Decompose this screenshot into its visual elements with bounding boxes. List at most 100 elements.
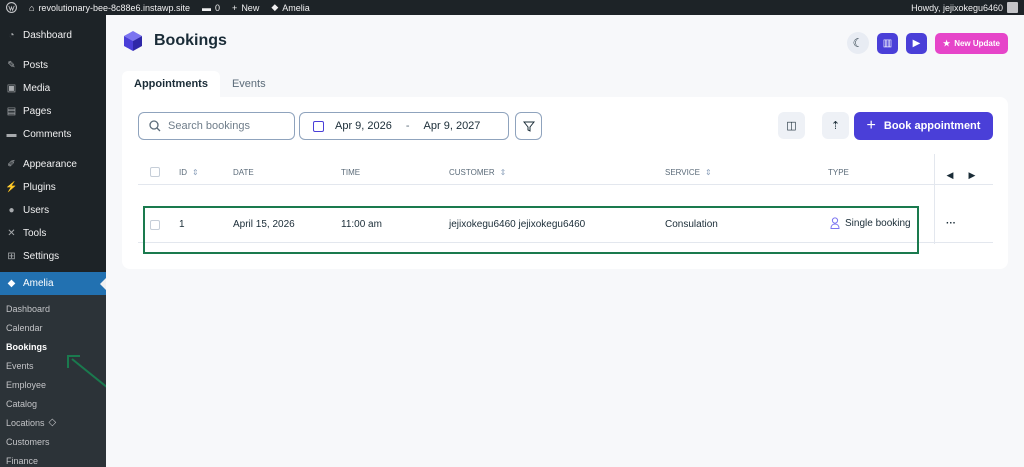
sidebar-item-tools[interactable]: ✕ Tools xyxy=(0,222,106,245)
sidebar-item-label: Comments xyxy=(23,129,72,140)
sort-icon: ⇕ xyxy=(499,168,507,177)
amelia-adminbar-link[interactable]: ◆ Amelia xyxy=(265,0,315,15)
pin-icon: ✎ xyxy=(7,60,16,71)
sidebar-item-appearance[interactable]: ✐ Appearance xyxy=(0,153,106,176)
page-title: Bookings xyxy=(154,32,227,49)
book-appointment-button[interactable]: + Book appointment xyxy=(854,112,993,140)
column-time: TIME xyxy=(341,168,360,177)
submenu-label: Employee xyxy=(6,379,47,390)
submenu-finance[interactable]: Finance xyxy=(0,451,106,467)
comments-link[interactable]: ▬ 0 xyxy=(196,0,226,15)
new-update-label: New Update xyxy=(954,38,1000,48)
tab-appointments[interactable]: Appointments xyxy=(122,71,220,97)
sidebar-item-amelia[interactable]: ◆ Amelia xyxy=(0,272,106,295)
sidebar-item-users[interactable]: ● Users xyxy=(0,199,106,222)
submenu-label: Events xyxy=(6,360,34,371)
sidebar-item-label: Media xyxy=(23,83,51,94)
site-name: revolutionary-bee-8c88e6.instawp.site xyxy=(38,2,191,13)
columns-icon: ◫ xyxy=(786,120,797,132)
brush-icon: ✐ xyxy=(7,159,16,170)
date-to: Apr 9, 2027 xyxy=(423,120,481,132)
sidebar-item-pages[interactable]: ▤ Pages xyxy=(0,100,106,123)
page-icon: ▤ xyxy=(6,106,17,117)
my-account-link[interactable]: Howdy, jejixokegu6460 xyxy=(905,0,1024,15)
submenu-label: Dashboard xyxy=(6,303,51,314)
sidebar-item-posts[interactable]: ✎ Posts xyxy=(0,54,106,77)
submenu-customers[interactable]: Customers xyxy=(0,432,106,451)
column-label: DATE xyxy=(233,168,254,177)
avatar xyxy=(1007,2,1018,13)
sort-icon: ⇕ xyxy=(704,168,712,177)
settings-icon: ⊞ xyxy=(7,251,16,262)
submenu-catalog[interactable]: Catalog xyxy=(0,394,106,413)
search-icon xyxy=(149,120,161,132)
sidebar-item-dashboard[interactable]: ◔ Dashboard xyxy=(0,24,106,47)
admin-bar: ⌂ revolutionary-bee-8c88e6.instawp.site … xyxy=(0,0,1024,15)
sidebar-item-media[interactable]: ▣ Media xyxy=(0,77,106,100)
sidebar-item-label: Dashboard xyxy=(23,30,72,41)
sidebar-item-label: Posts xyxy=(23,60,49,71)
sidebar-item-label: Tools xyxy=(23,228,47,239)
media-icon: ▣ xyxy=(6,83,17,94)
sort-icon: ⇕ xyxy=(192,168,199,177)
sidebar-item-label: Pages xyxy=(23,106,52,117)
sidebar-item-label: Appearance xyxy=(23,159,77,170)
scroll-right-button[interactable]: ▶ xyxy=(964,167,980,183)
user-icon: ● xyxy=(8,205,15,216)
comment-icon: ▬ xyxy=(202,2,212,13)
submenu-calendar[interactable]: Calendar xyxy=(0,318,106,337)
chevron-left-icon: ◀ xyxy=(946,169,954,180)
column-customer[interactable]: CUSTOMER ⇕ xyxy=(449,168,506,177)
date-range-picker[interactable]: Apr 9, 2026 - Apr 9, 2027 xyxy=(299,112,509,140)
tab-events[interactable]: Events xyxy=(220,71,278,97)
column-label: CUSTOMER xyxy=(449,168,495,177)
submenu-dashboard[interactable]: Dashboard xyxy=(0,299,106,318)
scroll-left-button[interactable]: ◀ xyxy=(942,167,958,183)
sidebar-item-comments[interactable]: ▬ Comments xyxy=(0,123,106,146)
submenu-label: Locations xyxy=(6,417,45,428)
column-service[interactable]: SERVICE ⇕ xyxy=(665,168,712,177)
column-type: TYPE xyxy=(828,168,849,177)
filter-button[interactable] xyxy=(515,112,542,140)
plus-icon: + xyxy=(866,117,876,134)
date-separator: - xyxy=(405,120,410,132)
columns-button[interactable]: ◫ xyxy=(778,112,805,139)
search-input[interactable]: Search bookings xyxy=(138,112,295,140)
book-icon: ▥ xyxy=(882,37,893,49)
star-icon: ★ xyxy=(943,38,951,48)
docs-button[interactable]: ▥ xyxy=(877,32,899,54)
table-header: ID ⇕ DATE TIME CUSTOMER ⇕ SERVICE ⇕ TYPE xyxy=(138,159,993,185)
comment-icon: ▬ xyxy=(6,129,17,140)
upload-icon: ⇡ xyxy=(830,120,841,132)
checkbox-box xyxy=(150,167,160,177)
sidebar-item-settings[interactable]: ⊞ Settings xyxy=(0,245,106,268)
dark-mode-toggle[interactable]: ☾ xyxy=(847,32,870,54)
page-header: Bookings xyxy=(122,30,227,52)
column-id[interactable]: ID ⇕ xyxy=(179,168,199,177)
plugin-icon: ⚡ xyxy=(5,182,18,193)
video-button[interactable]: ▶ xyxy=(906,32,928,54)
diamond-icon: ◇ xyxy=(48,417,57,428)
new-content-link[interactable]: + New xyxy=(226,0,265,15)
export-button[interactable]: ⇡ xyxy=(822,112,849,139)
new-update-button[interactable]: ★ New Update xyxy=(935,32,1008,54)
sidebar-item-plugins[interactable]: ⚡ Plugins xyxy=(0,176,106,199)
amelia-icon: ◆ xyxy=(271,2,279,12)
site-name-link[interactable]: ⌂ revolutionary-bee-8c88e6.instawp.site xyxy=(23,0,196,15)
row-actions-button[interactable]: ··· xyxy=(946,218,956,229)
submenu-label: Catalog xyxy=(6,398,38,409)
plus-icon: + xyxy=(232,2,238,13)
wordpress-logo-icon[interactable] xyxy=(0,0,23,15)
submenu-label: Customers xyxy=(6,436,50,447)
admin-sidebar: ◔ Dashboard ✎ Posts ▣ Media ▤ Pages ▬ Comment… xyxy=(0,15,106,467)
submenu-label: Bookings xyxy=(6,341,48,352)
submenu-locations[interactable]: Locations ◇ xyxy=(0,413,106,432)
amelia-logo-icon xyxy=(124,31,142,51)
select-all-checkbox[interactable] xyxy=(150,167,160,177)
filter-icon xyxy=(522,121,535,132)
dashboard-icon: ◔ xyxy=(8,30,15,41)
sidebar-item-label: Settings xyxy=(23,251,60,262)
sidebar-item-label: Users xyxy=(23,205,50,216)
row-highlight-box xyxy=(143,206,919,254)
top-right-actions: ☾ ▥ ▶ ★ New Update xyxy=(847,32,1008,54)
